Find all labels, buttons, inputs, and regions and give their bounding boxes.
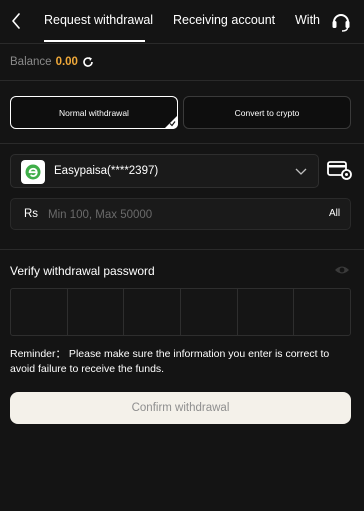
balance-value: 0.00 (55, 56, 78, 68)
password-digit-box[interactable] (238, 289, 295, 335)
tab-request-withdrawal[interactable]: Request withdrawal (44, 13, 153, 27)
normal-withdrawal-button[interactable]: Normal withdrawal (10, 96, 178, 129)
refresh-icon[interactable] (82, 56, 94, 68)
active-tab-indicator (44, 40, 145, 42)
password-digit-box[interactable] (181, 289, 238, 335)
account-name: Easypaisa(****2397) (54, 165, 159, 177)
methods-divider (0, 143, 364, 144)
balance-divider (0, 80, 364, 81)
back-arrow-icon (12, 13, 20, 29)
currency-label: Rs (24, 208, 39, 220)
password-digit-box[interactable] (11, 289, 68, 335)
password-digit-box[interactable] (68, 289, 125, 335)
header-divider (0, 43, 364, 44)
password-input[interactable] (10, 288, 351, 336)
easypaisa-logo-icon (21, 160, 45, 184)
card-settings-button[interactable] (327, 160, 353, 180)
tab-receiving-account[interactable]: Receiving account (173, 13, 275, 27)
amount-input[interactable] (48, 205, 288, 225)
convert-to-crypto-label: Convert to crypto (234, 107, 300, 118)
headset-icon (332, 14, 350, 32)
chevron-down-icon (295, 168, 307, 175)
tab-withdrawal-records[interactable]: With (295, 13, 320, 27)
account-select[interactable]: Easypaisa(****2397) (10, 154, 319, 188)
reminder-text: Reminder： Please make sure the informati… (10, 348, 330, 375)
eye-icon[interactable] (334, 264, 350, 276)
top-bar: Request withdrawal Receiving account Wit… (0, 0, 364, 44)
convert-to-crypto-button[interactable]: Convert to crypto (183, 96, 351, 129)
password-digit-box[interactable] (124, 289, 182, 335)
balance-label: Balance (10, 56, 52, 68)
check-icon (169, 121, 176, 127)
normal-withdrawal-label: Normal withdrawal (59, 107, 129, 118)
customer-service-button[interactable] (330, 10, 352, 32)
confirm-withdrawal-button[interactable]: Confirm withdrawal (10, 392, 351, 424)
all-amount-button[interactable]: All (329, 208, 340, 219)
password-label: Verify withdrawal password (10, 264, 155, 278)
back-button[interactable] (6, 10, 26, 32)
password-digit-box[interactable] (294, 289, 350, 335)
amount-divider (0, 249, 364, 250)
amount-field: Rs All (10, 198, 351, 230)
balance-row: Balance 0.00 (10, 55, 94, 69)
card-settings-icon (327, 161, 352, 180)
